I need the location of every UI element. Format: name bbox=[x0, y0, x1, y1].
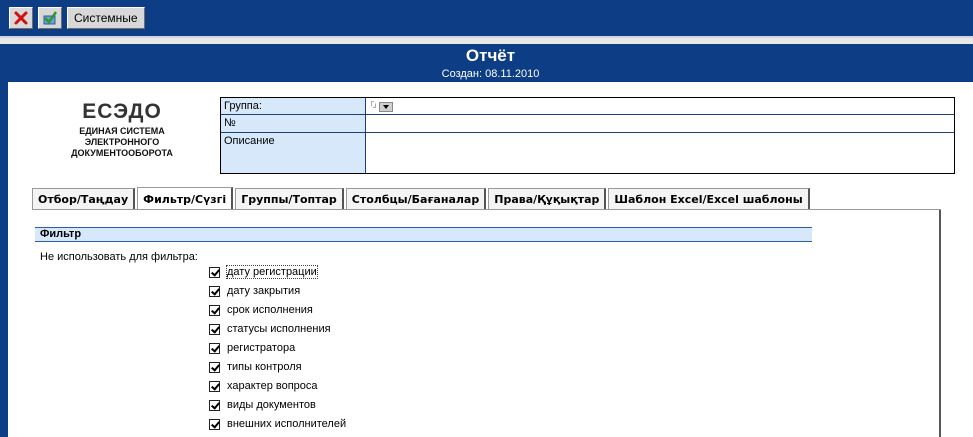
group-field[interactable]: ┌ ┘ bbox=[366, 98, 954, 114]
report-properties: Группа: ┌ ┘ № Описание bbox=[220, 97, 955, 174]
dropdown-arrow-icon[interactable] bbox=[378, 102, 393, 112]
checkbox-row[interactable]: регистратора bbox=[209, 341, 295, 355]
tree-icon: ┌ ┘ bbox=[369, 99, 378, 112]
checkbox[interactable] bbox=[209, 304, 220, 316]
apply-button[interactable] bbox=[38, 7, 62, 29]
logo-name: ЕСЭДО bbox=[82, 100, 162, 123]
tab-rights[interactable]: Права/Құқықтар bbox=[488, 188, 607, 209]
close-x-icon bbox=[14, 11, 28, 25]
group-row: Группа: ┌ ┘ bbox=[221, 98, 954, 115]
not-use-label: Не использовать для фильтра: bbox=[40, 251, 198, 263]
checkbox-row[interactable]: внешних исполнителей bbox=[209, 417, 346, 431]
group-select[interactable]: ┌ ┘ bbox=[369, 99, 393, 112]
tab-selection[interactable]: Отбор/Таңдау bbox=[32, 188, 136, 209]
toolbar: Системные bbox=[0, 0, 973, 36]
tab-filter[interactable]: Фильтр/Сүзгі bbox=[137, 187, 234, 210]
report-header: Отчёт Создан: 08.11.2010 bbox=[8, 44, 973, 82]
created-date: Создан: 08.11.2010 bbox=[441, 68, 540, 80]
tab-excel-template[interactable]: Шаблон Excel/Excel шаблоны bbox=[608, 188, 810, 209]
checkbox-label: внешних исполнителей bbox=[227, 418, 347, 430]
checkbox-row[interactable]: срок исполнения bbox=[209, 303, 313, 317]
checkbox-row[interactable]: характер вопроса bbox=[209, 379, 318, 393]
tab-columns[interactable]: Столбцы/Бағаналар bbox=[345, 188, 487, 209]
checkbox-row[interactable]: типы контроля bbox=[209, 360, 302, 374]
checkbox[interactable] bbox=[209, 323, 220, 335]
checkbox[interactable] bbox=[209, 399, 220, 411]
checkbox-row[interactable]: виды документов bbox=[209, 398, 316, 412]
checkbox-label: срок исполнения bbox=[227, 304, 313, 316]
logo-line-3: ДОКУМЕНТООБОРОТА bbox=[71, 148, 173, 158]
checkbox-label: статусы исполнения bbox=[227, 323, 331, 335]
group-label: Группа: bbox=[221, 98, 366, 114]
checkbox-label: дату регистрации bbox=[226, 265, 318, 279]
description-label: Описание bbox=[221, 133, 366, 173]
checkbox[interactable] bbox=[209, 361, 220, 373]
checkbox[interactable] bbox=[209, 418, 220, 430]
system-button-label: Системные bbox=[74, 11, 138, 25]
description-row: Описание bbox=[221, 133, 954, 173]
logo-line-2: ЭЛЕКТРОННОГО bbox=[84, 137, 160, 147]
filter-section-header: Фильтр bbox=[35, 227, 812, 242]
checkbox-label: характер вопроса bbox=[227, 380, 318, 392]
description-field[interactable] bbox=[366, 133, 954, 173]
checkbox-row[interactable]: статусы исполнения bbox=[209, 322, 331, 336]
checkbox-label: регистратора bbox=[227, 342, 296, 354]
checkbox-row[interactable]: дату закрытия bbox=[209, 284, 300, 298]
page-title: Отчёт bbox=[465, 46, 516, 65]
system-button[interactable]: Системные bbox=[67, 7, 145, 29]
left-border bbox=[0, 44, 8, 437]
cancel-button[interactable] bbox=[9, 7, 33, 29]
tab-content bbox=[32, 210, 941, 437]
number-row: № bbox=[221, 115, 954, 133]
checkbox-label: типы контроля bbox=[227, 361, 302, 373]
tab-bar: Отбор/Таңдау Фильтр/Сүзгі Группы/Топтар … bbox=[32, 187, 812, 210]
checkbox-label: дату закрытия bbox=[227, 285, 301, 297]
checkbox-label: виды документов bbox=[227, 399, 316, 411]
number-field[interactable] bbox=[366, 115, 954, 132]
esedo-logo: ЕСЭДО ЕДИНАЯ СИСТЕМА ЭЛЕКТРОННОГО ДОКУМЕ… bbox=[57, 100, 187, 159]
checkbox[interactable] bbox=[209, 285, 220, 297]
checkmark-icon bbox=[43, 11, 58, 25]
tab-groups[interactable]: Группы/Топтар bbox=[235, 188, 344, 209]
checkbox[interactable] bbox=[209, 342, 220, 354]
checkbox-row[interactable]: дату регистрации bbox=[209, 265, 318, 279]
number-label: № bbox=[221, 115, 366, 132]
logo-line-1: ЕДИНАЯ СИСТЕМА bbox=[79, 126, 165, 136]
checkbox[interactable] bbox=[209, 266, 220, 278]
checkbox[interactable] bbox=[209, 380, 220, 392]
